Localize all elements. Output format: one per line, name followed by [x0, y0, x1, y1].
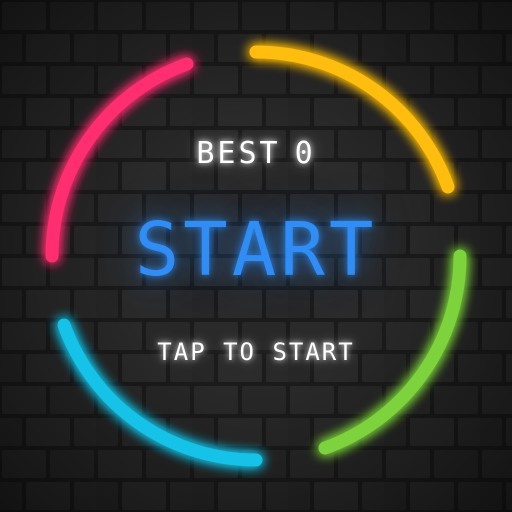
game-screen[interactable]: BEST 0 START TAP TO START — [0, 0, 512, 512]
tap-to-start-hint[interactable]: TAP TO START — [0, 338, 512, 366]
best-score-value: 0 — [294, 136, 316, 171]
best-score: BEST 0 — [0, 136, 512, 171]
best-label: BEST — [196, 136, 281, 171]
start-button[interactable]: START — [0, 208, 512, 292]
